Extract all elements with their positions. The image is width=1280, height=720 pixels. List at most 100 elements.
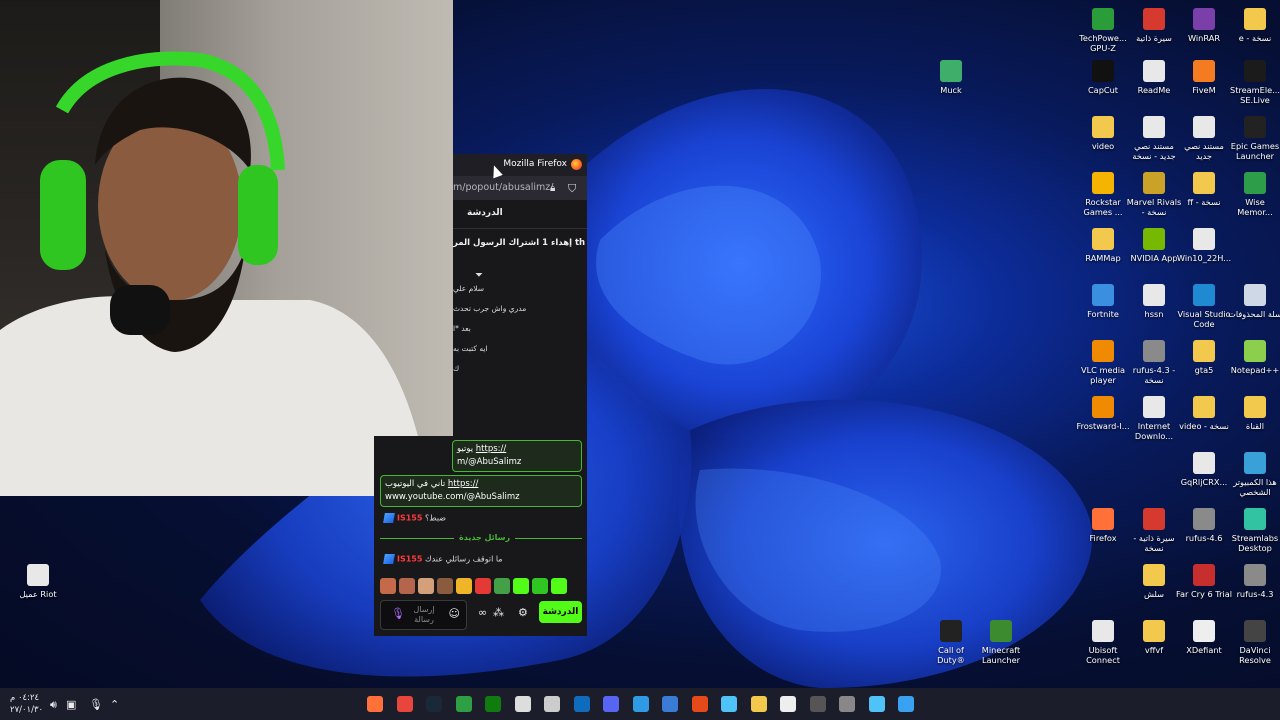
desktop-icon[interactable]: سيرة ذاتية: [1126, 8, 1182, 43]
desktop-icon[interactable]: Minecraft Launcher: [973, 620, 1029, 665]
desktop-icon[interactable]: Fortnite: [1075, 284, 1131, 319]
desktop-icon[interactable]: e - نسخة: [1227, 8, 1280, 43]
emote-icon[interactable]: [513, 578, 529, 594]
address-bar[interactable]: m/popout/abusalimz/ 🔒︎ ⛉: [453, 176, 587, 200]
collapse-icon[interactable]: ⏷: [475, 270, 483, 281]
desktop-icon[interactable]: Firefox: [1075, 508, 1131, 543]
window-titlebar[interactable]: Mozilla Firefox: [453, 154, 587, 176]
emote-icon[interactable]: [475, 578, 491, 594]
desktop-icon[interactable]: Muck: [923, 60, 979, 95]
desktop-icon[interactable]: StreamEle... SE.Live: [1227, 60, 1280, 105]
desktop-icon[interactable]: rufus-4.6: [1176, 508, 1232, 543]
desktop-icon[interactable]: GqRljCRX...: [1176, 452, 1232, 487]
desktop-icon[interactable]: مستند نصي جديد: [1176, 116, 1232, 161]
emoji-icon[interactable]: ☺: [449, 607, 460, 620]
chrome-icon[interactable]: [396, 696, 413, 712]
emote-icon[interactable]: [494, 578, 510, 594]
desktop-icon[interactable]: WinRAR: [1176, 8, 1232, 43]
photos-icon[interactable]: [632, 696, 649, 712]
volume-icon[interactable]: 🔊︎: [50, 698, 57, 712]
desktop-icon[interactable]: Rockstar Games ...: [1075, 172, 1131, 217]
message-link-continued[interactable]: m/@AbuSalimz: [457, 457, 521, 467]
settings-icon[interactable]: ⚙: [518, 606, 528, 619]
snipping-icon[interactable]: [721, 696, 737, 712]
desktop-icon[interactable]: سلة المحذوفات: [1227, 284, 1280, 319]
desktop-icon[interactable]: Notepad++: [1227, 340, 1280, 375]
desktop-icon[interactable]: Call of Duty®: [923, 620, 979, 665]
store-icon[interactable]: [662, 696, 678, 712]
desktop-icon[interactable]: القناة: [1227, 396, 1280, 431]
desktop-icon[interactable]: Frostward-I...: [1075, 396, 1131, 431]
file-explorer-icon[interactable]: [750, 696, 767, 712]
desktop-icon[interactable]: CapCut: [1075, 60, 1131, 95]
message-link[interactable]: https://: [448, 479, 478, 489]
chat-username[interactable]: IS155: [397, 514, 422, 523]
desktop-icon[interactable]: هذا الكمبيوتر الشخصي: [1227, 452, 1280, 497]
settings-icon[interactable]: [544, 696, 560, 712]
emote-icon[interactable]: [456, 578, 472, 594]
desktop-icon[interactable]: Wise Memor...: [1227, 172, 1280, 217]
emote-icon[interactable]: [532, 578, 548, 594]
window-icon[interactable]: [839, 696, 855, 712]
desktop-icon[interactable]: gta5: [1176, 340, 1232, 375]
desktop-icon[interactable]: rufus-4.3: [1227, 564, 1280, 599]
start-icon[interactable]: [898, 696, 914, 712]
desktop-icon[interactable]: TechPowe... GPU-Z: [1075, 8, 1131, 53]
emote-icon[interactable]: [380, 578, 396, 594]
taskbar-clock[interactable]: ٠٤:٢٤ م ٢٧/٠١/٣٠: [10, 692, 43, 716]
desktop-icon[interactable]: Ubisoft Connect: [1075, 620, 1131, 665]
xbox-icon[interactable]: [485, 696, 501, 712]
desktop-icon[interactable]: XDefiant: [1176, 620, 1232, 655]
desktop-icon[interactable]: FiveM: [1176, 60, 1232, 95]
emote-icon[interactable]: [551, 578, 567, 594]
send-chat-button[interactable]: الدردشة: [539, 601, 582, 623]
chat-username[interactable]: IS155: [397, 555, 422, 564]
firefox-icon[interactable]: [367, 696, 383, 712]
desktop-icon[interactable]: Streamlabs Desktop: [1227, 508, 1280, 553]
users-icon[interactable]: ⁂: [493, 606, 504, 619]
discord-icon[interactable]: [603, 696, 619, 712]
desktop-icon[interactable]: Win10_22H...: [1176, 228, 1232, 263]
desktop-icon[interactable]: سلش: [1126, 564, 1182, 599]
shield-icon[interactable]: ⛉: [568, 182, 576, 196]
emote-icon[interactable]: [437, 578, 453, 594]
mic-icon[interactable]: 🎙︎: [391, 607, 405, 620]
desktop-icon[interactable]: ReadMe: [1126, 60, 1182, 95]
desktop-icon[interactable]: rufus-4.3 - نسخة: [1126, 340, 1182, 385]
desktop-icon[interactable]: عميل Riot: [10, 564, 66, 599]
chat-input[interactable]: 🎙︎ إرسال رسالة ☺: [380, 600, 467, 630]
url-text[interactable]: m/popout/abusalimz/: [453, 182, 553, 193]
notepad-icon[interactable]: [780, 696, 796, 712]
message-link[interactable]: https://: [476, 444, 506, 454]
desktop-icon[interactable]: vffvf: [1126, 620, 1182, 655]
desktop-icon[interactable]: NVIDIA App: [1126, 228, 1182, 263]
tray-overflow-chevron-icon[interactable]: ⌃: [110, 698, 119, 711]
desktop-icon[interactable]: DaVinci Resolve: [1227, 620, 1280, 665]
desktop-icon[interactable]: Marvel Rivals - نسخة: [1126, 172, 1182, 217]
game-launcher-icon[interactable]: [455, 696, 472, 712]
desktop-icon[interactable]: مستند نصي جديد - نسخة: [1126, 116, 1182, 161]
microphone-icon[interactable]: 🎙︎: [89, 698, 103, 711]
media-player-icon[interactable]: [514, 696, 531, 712]
desktop-icon[interactable]: ff - نسخة: [1176, 172, 1232, 207]
desktop-icon[interactable]: video - نسخة: [1176, 396, 1232, 431]
pinned-message[interactable]: إهداء 1 اشتراك الرسول المر th: [453, 238, 585, 248]
desktop-icon[interactable]: Far Cry 6 Trial: [1176, 564, 1232, 599]
files-icon[interactable]: [691, 696, 708, 712]
search-icon[interactable]: [868, 696, 885, 712]
emote-icon[interactable]: [418, 578, 434, 594]
outlook-icon[interactable]: [573, 696, 590, 712]
desktop-icon[interactable]: RAMMap: [1075, 228, 1131, 263]
display-icon[interactable]: ▣: [66, 698, 76, 711]
desktop-icon[interactable]: video: [1075, 116, 1131, 151]
obs-icon[interactable]: [809, 696, 826, 712]
emote-icon[interactable]: [399, 578, 415, 594]
desktop-icon[interactable]: Epic Games Launcher: [1227, 116, 1280, 161]
desktop-icon[interactable]: VLC media player: [1075, 340, 1131, 385]
link-icon[interactable]: ∞: [478, 606, 487, 619]
message-link-continued[interactable]: www.youtube.com/@AbuSalimz: [385, 492, 520, 502]
steam-icon[interactable]: [426, 696, 442, 712]
desktop-icon[interactable]: hssn: [1126, 284, 1182, 319]
desktop-icon[interactable]: Internet Downlo...: [1126, 396, 1182, 441]
desktop-icon[interactable]: سيرة ذاتية - نسخة: [1126, 508, 1182, 553]
